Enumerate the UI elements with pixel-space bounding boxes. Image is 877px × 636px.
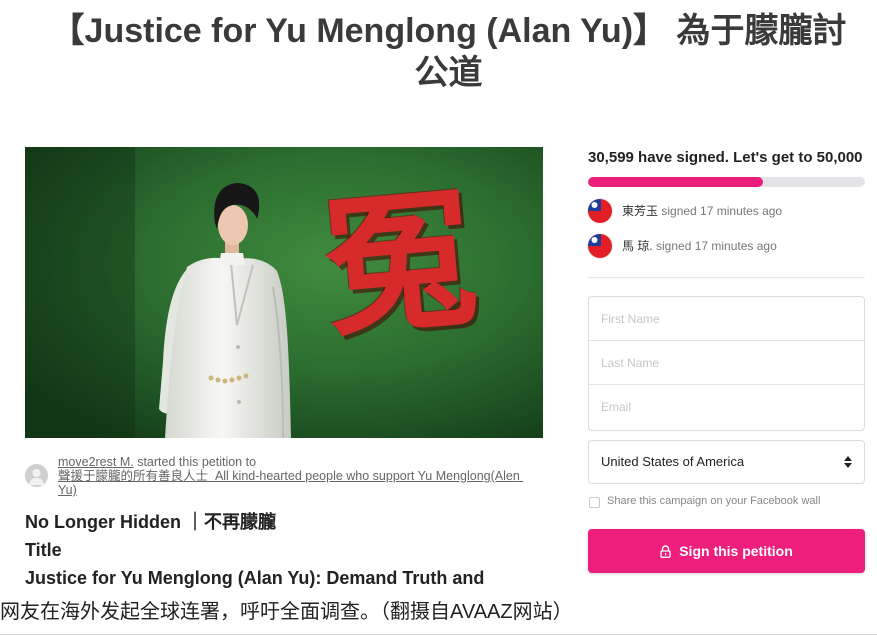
recent-signer-text: 馬 琼. signed 17 minutes ago bbox=[622, 238, 777, 254]
sort-arrows-icon bbox=[844, 456, 852, 468]
signer-action: signed 17 minutes ago bbox=[656, 239, 777, 253]
started-text: started this petition to bbox=[137, 455, 257, 469]
section-divider bbox=[588, 277, 865, 278]
progress-bar-fill bbox=[588, 177, 763, 187]
recent-signer: 東芳玉 signed 17 minutes ago bbox=[588, 199, 865, 223]
email-field[interactable] bbox=[589, 385, 864, 428]
starter-line: move2rest M. started this petition to bbox=[58, 455, 536, 469]
sign-petition-button[interactable]: Sign this petition bbox=[588, 529, 865, 573]
taiwan-flag-icon bbox=[588, 199, 612, 223]
signer-name: 馬 琼. bbox=[622, 239, 653, 253]
signer-fields-group bbox=[588, 296, 865, 431]
country-select[interactable]: United States of America bbox=[588, 440, 865, 484]
progress-bar bbox=[588, 177, 865, 187]
share-checkbox-label: Share this campaign on your Facebook wal… bbox=[607, 495, 821, 507]
page-title-line-2: 公道 bbox=[414, 54, 483, 92]
user-avatar-icon bbox=[25, 464, 48, 487]
petition-description: No Longer Hidden ｜不再朦朧 Title Justice for… bbox=[25, 508, 484, 592]
taiwan-flag-icon bbox=[588, 234, 612, 258]
recent-signer-text: 東芳玉 signed 17 minutes ago bbox=[622, 203, 782, 219]
country-select-value: United States of America bbox=[601, 454, 745, 469]
signer-action: signed 17 minutes ago bbox=[661, 204, 783, 218]
recent-signer: 馬 琼. signed 17 minutes ago bbox=[588, 234, 865, 258]
share-checkbox[interactable] bbox=[589, 497, 600, 508]
image-caption: 网友在海外发起全球连署，呼吁全面调查。（翻摄自AVAAZ网站） bbox=[0, 601, 573, 623]
petition-page-screenshot: 【Justice for Yu Menglong (Alan Yu)】 為于朦朧… bbox=[0, 0, 877, 596]
petition-subtitle: No Longer Hidden ｜不再朦朧 bbox=[25, 512, 276, 532]
page-title: 【Justice for Yu Menglong (Alan Yu)】 為于朦朧… bbox=[20, 10, 877, 94]
lock-icon bbox=[660, 544, 671, 558]
signature-count: 30,599 have signed. Let's get to 50,000 bbox=[588, 149, 863, 166]
last-name-field[interactable] bbox=[589, 341, 864, 385]
petition-section-label: Title bbox=[25, 540, 62, 560]
recipient-line: 聲援于朦朧的所有善良人士 All kind-hearted people who… bbox=[58, 469, 536, 497]
signer-name: 東芳玉 bbox=[622, 204, 659, 218]
petition-starter-text: move2rest M. started this petition to 聲援… bbox=[58, 455, 536, 497]
bottom-divider bbox=[0, 634, 877, 635]
recipient-link[interactable]: 聲援于朦朧的所有善良人士 All kind-hearted people who… bbox=[58, 469, 523, 497]
red-calligraphy-character: 冤 bbox=[317, 169, 483, 359]
sign-petition-label: Sign this petition bbox=[679, 543, 793, 559]
starter-name-link[interactable]: move2rest M. bbox=[58, 455, 134, 469]
first-name-field[interactable] bbox=[589, 297, 864, 341]
petition-heading: Justice for Yu Menglong (Alan Yu): Deman… bbox=[25, 568, 485, 588]
petition-photo: 冤 bbox=[25, 147, 543, 438]
page-title-line-1: 【Justice for Yu Menglong (Alan Yu)】 為于朦朧… bbox=[50, 12, 847, 50]
